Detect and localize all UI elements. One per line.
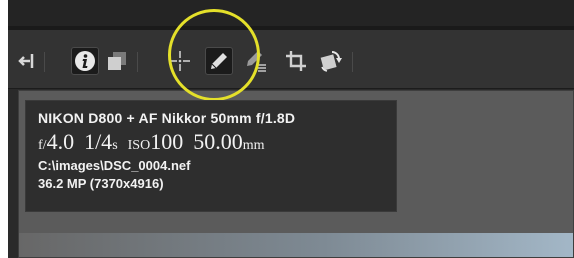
top-bar [8,0,574,30]
megapixels-label: 36.2 MP (7370x4916) [38,176,164,191]
aperture-value: 4.0 [46,129,75,154]
toolbar-separator [44,52,45,72]
file-path: C:\images\DSC_0004.nef [38,158,191,173]
highlight-circle [168,9,260,101]
iso-prefix: ISO [127,138,151,153]
aperture-prefix: f/ [38,138,47,153]
toolbar-separator [137,52,138,72]
iso-value: 100 [150,129,184,154]
shutter-unit: s [112,138,118,153]
compare-icon[interactable] [103,47,131,75]
image-info-panel: NIKON D800 + AF Nikkor 50mm f/1.8D f/4.0… [25,100,397,212]
camera-lens-label: NIKON D800 + AF Nikkor 50mm f/1.8D [38,110,296,126]
exposure-info: f/4.0 1/4s ISO100 50.00mm [38,127,384,157]
crop-icon[interactable] [282,47,310,75]
toolbar-separator [352,52,353,72]
focal-length-unit: mm [242,138,265,153]
image-preview-edge [19,233,573,257]
focal-length-value: 50.00 [193,129,243,154]
info-icon[interactable] [71,47,99,75]
dock-left-icon[interactable] [12,47,40,75]
toolbar [8,30,574,89]
rotate-icon[interactable] [316,47,344,75]
shutter-value: 1/4 [84,129,113,154]
